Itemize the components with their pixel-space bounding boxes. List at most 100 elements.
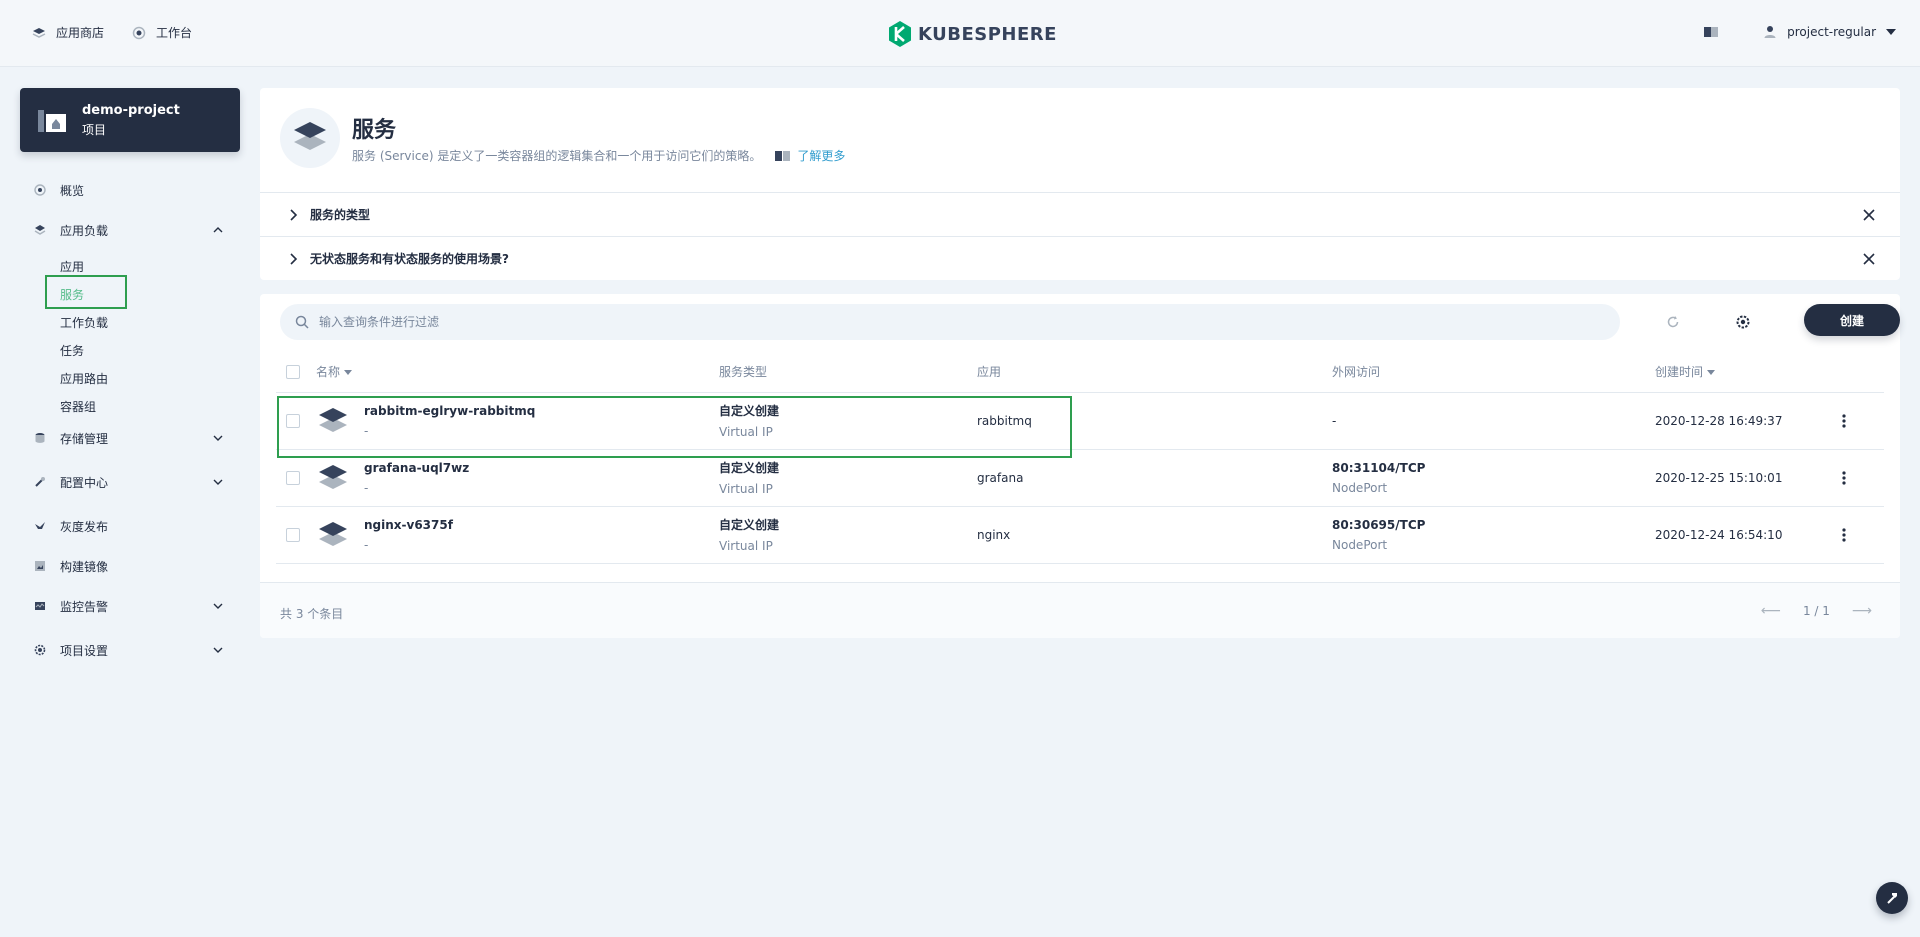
list-footer: 共 3 个条目 ⟵ 1 / 1 ⟶ (260, 582, 1900, 638)
kubesphere-logo-icon (889, 21, 911, 47)
chevron-up-icon (213, 227, 223, 233)
sidebar-subitem-services[interactable]: 服务 (20, 280, 240, 308)
sort-icon (344, 370, 353, 376)
column-header-type: 服务类型 (719, 352, 977, 393)
project-icon (38, 110, 66, 132)
service-type: 自定义创建 (719, 518, 780, 532)
sidebar-item-monitoring[interactable]: 监控告警 (20, 592, 240, 620)
service-icon-wrap (280, 108, 340, 168)
sidebar-subitem-routes[interactable]: 应用路由 (20, 364, 240, 392)
sidebar-item-label: 灰度发布 (60, 519, 109, 534)
service-table: 名称 服务类型 应用 外网访问 创建时间 rabbitm-eglryw-rabb… (276, 352, 1884, 564)
search-input[interactable] (319, 315, 1519, 329)
service-app: rabbitmq (977, 392, 1332, 450)
service-access-sub: NodePort (1332, 480, 1388, 495)
service-icon (319, 464, 347, 489)
row-checkbox[interactable] (286, 527, 300, 542)
sidebar-subitem-apps[interactable]: 应用 (20, 252, 240, 280)
service-type: 自定义创建 (719, 461, 780, 475)
column-header-access: 外网访问 (1332, 352, 1655, 393)
layers-icon (34, 225, 46, 235)
nav-appstore-label: 应用商店 (56, 26, 105, 40)
service-type-sub: Virtual IP (719, 482, 773, 496)
more-actions-button[interactable] (1834, 468, 1854, 488)
settings-button[interactable] (1725, 304, 1761, 340)
prev-page-button[interactable]: ⟵ (1761, 603, 1781, 619)
page-indicator: 1 / 1 (1802, 604, 1830, 618)
table-row[interactable]: grafana-uql7wz - 自定义创建 Virtual IP grafana… (276, 449, 1884, 507)
learn-more-link[interactable]: 了解更多 (775, 147, 845, 164)
service-type-sub: Virtual IP (719, 425, 773, 439)
service-desc: - (364, 480, 369, 495)
search-bar[interactable] (280, 304, 1620, 340)
learn-more-label: 了解更多 (797, 149, 846, 163)
column-header-name[interactable]: 名称 (316, 352, 719, 393)
service-name-link[interactable]: grafana-uql7wz (364, 461, 469, 475)
service-access: 80:30695/TCP (1332, 517, 1426, 532)
row-checkbox[interactable] (286, 413, 300, 428)
service-name-link[interactable]: rabbitm-eglryw-rabbitmq (364, 404, 535, 418)
service-app: grafana (977, 449, 1332, 507)
total-count: 共 3 个条目 (280, 607, 344, 621)
dashboard-icon (34, 184, 46, 196)
column-label: 名称 (316, 365, 341, 380)
service-access: 80:31104/TCP (1332, 460, 1426, 475)
service-name-link[interactable]: nginx-v6375f (364, 518, 453, 532)
close-icon[interactable] (1862, 252, 1876, 266)
sidebar-item-label: 监控告警 (60, 599, 109, 614)
nav-workbench[interactable]: 工作台 (132, 24, 192, 41)
more-actions-button[interactable] (1834, 525, 1854, 545)
logo-text: KUBESPHERE (918, 23, 1057, 45)
search-icon (295, 315, 309, 329)
list-toolbar: 创建 (280, 304, 1900, 340)
close-icon[interactable] (1862, 208, 1876, 222)
caret-down-icon (1886, 29, 1896, 35)
user-menu[interactable]: project-regular (1763, 25, 1896, 39)
documentation-button[interactable] (1703, 24, 1719, 40)
faq-service-types[interactable]: 服务的类型 (260, 192, 1900, 236)
sidebar-item-label: 概览 (60, 183, 85, 198)
faq-stateful-stateless[interactable]: 无状态服务和有状态服务的使用场景? (260, 236, 1900, 280)
workloads-submenu: 应用 服务 工作负载 任务 应用路由 容器组 (20, 252, 240, 420)
column-label: 创建时间 (1655, 365, 1704, 380)
sidebar-item-label: 项目设置 (60, 643, 109, 658)
sidebar-subitem-pods[interactable]: 容器组 (20, 392, 240, 420)
service-type: 自定义创建 (719, 404, 780, 418)
table-row[interactable]: nginx-v6375f - 自定义创建 Virtual IP nginx 80:… (276, 506, 1884, 564)
help-button[interactable] (1876, 882, 1908, 914)
bird-icon (35, 522, 45, 529)
sidebar-item-config[interactable]: 配置中心 (20, 468, 240, 496)
more-actions-button[interactable] (1834, 411, 1854, 431)
sidebar-subitem-workloads[interactable]: 工作负载 (20, 308, 240, 336)
more-vertical-icon (1842, 470, 1846, 485)
nav-appstore[interactable]: 应用商店 (32, 24, 104, 41)
service-created: 2020-12-25 15:10:01 (1655, 449, 1834, 507)
username: project-regular (1787, 25, 1876, 39)
project-card[interactable]: demo-project 项目 (20, 88, 240, 152)
dashboard-icon (132, 26, 146, 39)
service-app: nginx (977, 506, 1332, 564)
sidebar-item-workloads[interactable]: 应用负载 (20, 216, 240, 244)
next-page-button[interactable]: ⟶ (1852, 603, 1872, 619)
table-header-row: 名称 服务类型 应用 外网访问 创建时间 (276, 352, 1884, 393)
more-vertical-icon (1842, 413, 1846, 428)
select-all-checkbox[interactable] (286, 365, 300, 379)
sidebar-item-settings[interactable]: 项目设置 (20, 636, 240, 664)
row-checkbox[interactable] (286, 470, 300, 485)
faq-label: 服务的类型 (310, 208, 371, 222)
monitor-icon (35, 602, 45, 610)
kubesphere-logo[interactable]: KUBESPHERE (888, 20, 1057, 48)
sidebar-item-storage[interactable]: 存储管理 (20, 424, 240, 452)
service-access: - (1332, 413, 1337, 428)
sort-icon (1707, 370, 1716, 376)
create-button[interactable]: 创建 (1804, 304, 1900, 336)
service-desc: - (364, 537, 369, 552)
sidebar-subitem-jobs[interactable]: 任务 (20, 336, 240, 364)
sidebar-item-image-builder[interactable]: 构建镜像 (20, 552, 240, 580)
refresh-button[interactable] (1655, 304, 1691, 340)
sidebar-item-overview[interactable]: 概览 (20, 176, 240, 204)
table-row[interactable]: rabbitm-eglryw-rabbitmq - 自定义创建 Virtual I… (276, 392, 1884, 450)
column-header-created[interactable]: 创建时间 (1655, 352, 1834, 393)
sidebar-item-grayscale[interactable]: 灰度发布 (20, 512, 240, 540)
hammer-icon (1887, 893, 1897, 904)
